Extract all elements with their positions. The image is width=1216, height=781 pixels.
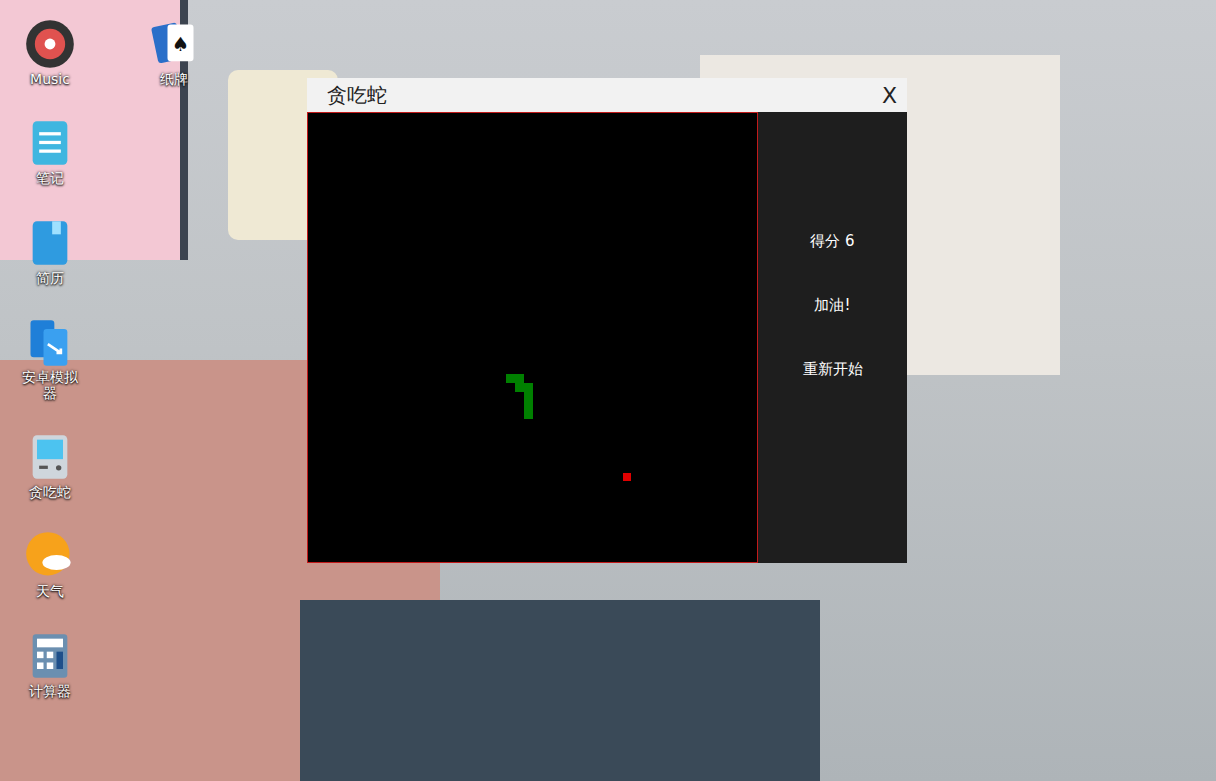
desktop-icon[interactable]: 笔记 <box>8 117 92 186</box>
desktop-icon[interactable]: 天气 <box>8 530 92 599</box>
cards-icon: ♠ <box>148 18 200 70</box>
cheer-text: 加油! <box>814 296 850 316</box>
music-icon <box>24 18 76 70</box>
snake-segment <box>524 410 533 419</box>
desktop-icons: Music ♠纸牌笔记简历安卓模拟器贪吃蛇天气计算器 <box>8 18 216 699</box>
game-board[interactable] <box>307 112 758 563</box>
restart-button[interactable]: 重新开始 <box>803 360 863 380</box>
score: 得分 6 <box>810 232 854 252</box>
snake-segment <box>515 374 524 383</box>
notes-icon <box>24 117 76 169</box>
snake-segment <box>506 374 515 383</box>
snake-segment <box>524 383 533 392</box>
svg-text:♠: ♠ <box>172 33 189 56</box>
desktop-icon[interactable]: 贪吃蛇 <box>8 431 92 500</box>
desktop-icon[interactable]: 简历 <box>8 217 92 286</box>
weather-icon <box>24 530 76 582</box>
snake-window: 贪吃蛇 X 得分 6 加油! 重新开始 <box>307 78 907 563</box>
food <box>623 473 631 481</box>
snake-segment <box>524 401 533 410</box>
desktop: Music♠纸牌笔记简历安卓模拟器贪吃蛇天气计算器贪吃蛇X得分 6加油!重新开始 <box>0 0 1216 781</box>
snake-segment <box>524 392 533 401</box>
title-bar[interactable]: 贪吃蛇 X <box>307 78 907 112</box>
window-title: 贪吃蛇 <box>327 82 387 109</box>
desktop-icon[interactable]: Music <box>8 18 92 87</box>
calculator-icon <box>24 630 76 682</box>
desktop-icon[interactable]: ♠纸牌 <box>132 18 216 87</box>
close-button[interactable]: X <box>882 83 897 108</box>
resume-icon <box>24 217 76 269</box>
android-icon <box>24 316 76 368</box>
desktop-icon[interactable]: 计算器 <box>8 630 92 699</box>
snake-segment <box>515 383 524 392</box>
game-icon <box>24 431 76 483</box>
desktop-icon[interactable]: 安卓模拟器 <box>8 316 92 401</box>
side-panel: 得分 6 加油! 重新开始 <box>758 112 907 563</box>
